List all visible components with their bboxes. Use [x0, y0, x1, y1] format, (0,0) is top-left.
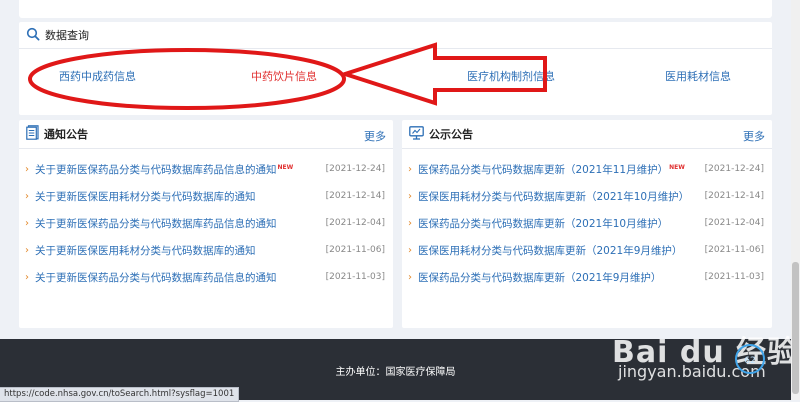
data-query-card: 数据查询 西药中成药信息 中药饮片信息 医疗机构制剂信息 医用耗材信息 — [19, 22, 772, 115]
list-item-date: [2021-12-14] — [704, 191, 764, 201]
chevron-right-icon: › — [408, 272, 412, 283]
list-item-title[interactable]: 医保药品分类与代码数据库更新（2021年9月维护） — [418, 272, 661, 284]
list-item[interactable]: › 医保药品分类与代码数据库更新（2021年10月维护） [2021-12-04… — [408, 210, 772, 237]
chevron-right-icon: › — [25, 218, 29, 229]
western-medicine-link[interactable]: 西药中成药信息 — [59, 68, 136, 84]
list-item[interactable]: › 医保药品分类与代码数据库更新（2021年11月维护）NEW [2021-12… — [408, 156, 772, 183]
list-item-date: [2021-11-06] — [325, 245, 385, 255]
medical-institution-preparation-link[interactable]: 医疗机构制剂信息 — [467, 68, 555, 84]
list-item-date: [2021-12-04] — [704, 218, 764, 228]
monitor-icon — [409, 125, 424, 143]
new-badge: NEW — [277, 164, 294, 171]
list-item-date: [2021-11-06] — [704, 245, 764, 255]
public-list: › 医保药品分类与代码数据库更新（2021年11月维护）NEW [2021-12… — [402, 149, 772, 291]
progress-badge: 62 — [735, 344, 765, 374]
list-item-title[interactable]: 医保药品分类与代码数据库更新（2021年11月维护） — [418, 164, 668, 176]
public-more-link[interactable]: 更多 — [743, 128, 765, 144]
previous-section-card — [19, 0, 772, 18]
list-item[interactable]: › 医保药品分类与代码数据库更新（2021年9月维护） [2021-11-03] — [408, 264, 772, 291]
chevron-right-icon: › — [408, 218, 412, 229]
chevron-right-icon: › — [25, 191, 29, 202]
public-panel-header: 公示公告 更多 — [402, 120, 772, 149]
list-item-title[interactable]: 关于更新医保药品分类与代码数据库药品信息的通知 — [35, 272, 277, 284]
chevron-right-icon: › — [408, 164, 412, 175]
list-item[interactable]: › 关于更新医保药品分类与代码数据库药品信息的通知 [2021-11-03] — [25, 264, 393, 291]
list-item-title[interactable]: 关于更新医保医用耗材分类与代码数据库的通知 — [35, 245, 256, 257]
list-item[interactable]: › 关于更新医保药品分类与代码数据库药品信息的通知 [2021-12-04] — [25, 210, 393, 237]
chevron-right-icon: › — [25, 164, 29, 175]
notice-more-link[interactable]: 更多 — [364, 128, 386, 144]
list-item-date: [2021-11-03] — [325, 272, 385, 282]
list-item-date: [2021-12-14] — [325, 191, 385, 201]
data-query-title: 数据查询 — [45, 29, 89, 42]
list-item[interactable]: › 关于更新医保医用耗材分类与代码数据库的通知 [2021-12-14] — [25, 183, 393, 210]
chevron-right-icon: › — [25, 272, 29, 283]
search-icon — [26, 27, 40, 44]
chinese-herbal-pieces-link[interactable]: 中药饮片信息 — [251, 68, 317, 84]
chevron-right-icon: › — [25, 245, 29, 256]
list-item[interactable]: › 医保医用耗材分类与代码数据库更新（2021年10月维护） [2021-12-… — [408, 183, 772, 210]
document-icon — [26, 125, 39, 143]
notice-panel-title: 通知公告 — [44, 128, 88, 141]
data-query-links: 西药中成药信息 中药饮片信息 医疗机构制剂信息 医用耗材信息 — [19, 49, 772, 115]
public-announcement-panel: 公示公告 更多 › 医保药品分类与代码数据库更新（2021年11月维护）NEW … — [402, 120, 772, 328]
chevron-right-icon: › — [408, 191, 412, 202]
notice-panel-header: 通知公告 更多 — [19, 120, 393, 149]
list-item[interactable]: › 医保医用耗材分类与代码数据库更新（2021年9月维护） [2021-11-0… — [408, 237, 772, 264]
scrollbar-thumb[interactable] — [792, 262, 799, 394]
list-item-title[interactable]: 医保药品分类与代码数据库更新（2021年10月维护） — [418, 218, 668, 230]
data-query-header: 数据查询 — [19, 22, 772, 49]
list-item-title[interactable]: 关于更新医保药品分类与代码数据库药品信息的通知 — [35, 218, 277, 230]
list-item-title[interactable]: 医保医用耗材分类与代码数据库更新（2021年10月维护） — [418, 191, 689, 203]
new-badge: NEW — [669, 164, 685, 171]
list-item-title[interactable]: 关于更新医保医用耗材分类与代码数据库的通知 — [35, 191, 256, 203]
public-panel-title: 公示公告 — [429, 128, 473, 141]
notice-list: › 关于更新医保药品分类与代码数据库药品信息的通知NEW [2021-12-24… — [19, 149, 393, 291]
list-item-title[interactable]: 关于更新医保药品分类与代码数据库药品信息的通知 — [35, 164, 277, 176]
chevron-right-icon: › — [408, 245, 412, 256]
notice-panel: 通知公告 更多 › 关于更新医保药品分类与代码数据库药品信息的通知NEW [20… — [19, 120, 393, 328]
page-scrollbar[interactable] — [791, 0, 800, 400]
medical-consumables-link[interactable]: 医用耗材信息 — [665, 68, 731, 84]
list-item-title[interactable]: 医保医用耗材分类与代码数据库更新（2021年9月维护） — [418, 245, 682, 257]
list-item-date: [2021-12-24] — [325, 164, 385, 174]
list-item[interactable]: › 关于更新医保药品分类与代码数据库药品信息的通知NEW [2021-12-24… — [25, 156, 393, 183]
list-item[interactable]: › 关于更新医保医用耗材分类与代码数据库的通知 [2021-11-06] — [25, 237, 393, 264]
list-item-date: [2021-11-03] — [704, 272, 764, 282]
list-item-date: [2021-12-24] — [704, 164, 764, 174]
list-item-date: [2021-12-04] — [325, 218, 385, 228]
